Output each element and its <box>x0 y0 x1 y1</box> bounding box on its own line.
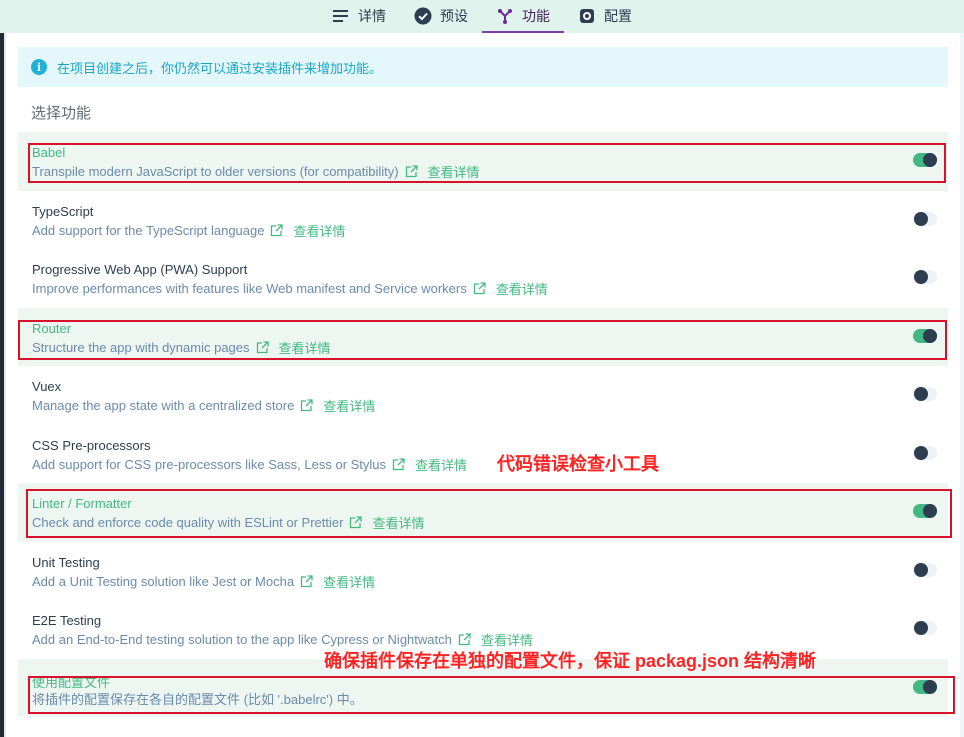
external-link-icon[interactable] <box>300 399 313 412</box>
gear-icon <box>578 7 596 25</box>
check-circle-icon <box>414 7 432 25</box>
more-info-link[interactable]: 查看详情 <box>428 162 480 181</box>
feature-row[interactable]: Router Structure the app with dynamic pag… <box>18 307 948 366</box>
feature-description-text: Add an End-to-End testing solution to th… <box>32 632 452 647</box>
feature-description-text: Add a Unit Testing solution like Jest or… <box>32 573 295 589</box>
external-link-icon[interactable] <box>473 282 486 295</box>
feature-name: CSS Pre-processors <box>32 437 151 453</box>
feature-toggle[interactable] <box>913 504 937 518</box>
feature-description-text: Check and enforce code quality with ESLi… <box>32 515 344 530</box>
external-link-icon[interactable] <box>300 574 313 588</box>
feature-toggle[interactable] <box>913 211 937 226</box>
features-panel: i 在项目创建之后，你仍然可以通过安装插件来增加功能。 选择功能 Babel Tr… <box>6 33 960 737</box>
feature-description: Manage the app state with a centralized … <box>32 396 375 415</box>
more-info-link[interactable]: 查看详情 <box>415 455 467 474</box>
feature-list: Babel Transpile modern JavaScript to olde… <box>18 132 948 717</box>
more-info-link[interactable]: 查看详情 <box>279 338 331 357</box>
feature-name: Babel <box>32 145 66 160</box>
tab-label: 配置 <box>604 7 632 24</box>
tab-label: 预设 <box>440 7 468 24</box>
feature-description: Add a Unit Testing solution like Jest or… <box>32 572 375 591</box>
more-info-link[interactable]: 查看详情 <box>372 513 424 532</box>
feature-name: Progressive Web App (PWA) Support <box>32 262 248 277</box>
more-info-link[interactable]: 查看详情 <box>496 279 548 298</box>
annotation-config: 确保插件保存在单独的配置文件，保证 packag.json 结构清晰 <box>324 651 817 671</box>
feature-row[interactable]: CSS Pre-processors Add support for CSS pr… <box>18 425 948 484</box>
feature-description-text: Structure the app with dynamic pages <box>32 339 250 355</box>
feature-row[interactable]: Progressive Web App (PWA) Support Improve… <box>18 249 948 308</box>
feature-description: Transpile modern JavaScript to older ver… <box>32 162 480 181</box>
more-info-link[interactable]: 查看详情 <box>293 221 345 240</box>
feature-description: Improve performances with features like … <box>32 279 548 298</box>
toggle-knob <box>914 445 928 460</box>
feature-description-text: 将插件的配置保存在各自的配置文件 (比如 '.babelrc') 中。 <box>32 691 363 707</box>
feature-description-text: Improve performances with features like … <box>32 281 467 296</box>
feature-name: TypeScript <box>32 203 94 219</box>
toggle-knob <box>914 270 928 284</box>
notice-text: 在项目创建之后，你仍然可以通过安装插件来增加功能。 <box>57 60 383 76</box>
feature-description: Check and enforce code quality with ESLi… <box>32 513 424 532</box>
more-info-link[interactable]: 查看详情 <box>323 396 375 415</box>
tab-label: 详情 <box>358 7 386 24</box>
top-tab-bar: 详情 预设 功能 配置 <box>0 0 964 33</box>
feature-row[interactable]: Unit Testing Add a Unit Testing solution … <box>18 542 948 601</box>
external-link-icon[interactable] <box>405 165 418 178</box>
toggle-knob <box>923 328 937 343</box>
toggle-knob <box>914 562 928 577</box>
feature-toggle[interactable] <box>913 621 937 635</box>
more-info-link[interactable]: 查看详情 <box>323 572 375 591</box>
tab-label: 功能 <box>522 7 550 24</box>
feature-description: 将插件的配置保存在各自的配置文件 (比如 '.babelrc') 中。 <box>32 689 363 708</box>
feature-toggle[interactable] <box>913 679 937 694</box>
feature-toggle[interactable] <box>913 270 937 284</box>
feature-row[interactable]: Linter / Formatter Check and enforce code… <box>18 483 948 542</box>
feature-name: Linter / Formatter <box>32 496 132 511</box>
feature-toggle[interactable] <box>913 153 937 167</box>
feature-branch-icon <box>496 7 514 25</box>
annotation-linter: 代码错误检查小工具 <box>497 454 659 474</box>
external-link-icon[interactable] <box>270 223 284 237</box>
toggle-knob <box>914 211 928 226</box>
feature-name: Unit Testing <box>32 554 100 570</box>
toggle-knob <box>923 504 937 518</box>
info-icon: i <box>31 59 47 75</box>
feature-toggle[interactable] <box>913 562 937 577</box>
feature-toggle[interactable] <box>913 328 937 343</box>
feature-name: Vuex <box>32 379 62 394</box>
feature-row[interactable]: TypeScript Add support for the TypeScript… <box>18 191 948 250</box>
tab-config[interactable]: 配置 <box>564 0 646 31</box>
feature-description-text: Transpile modern JavaScript to older ver… <box>32 164 399 179</box>
external-link-icon[interactable] <box>256 340 269 354</box>
toggle-knob <box>923 153 937 167</box>
feature-row[interactable]: Vuex Manage the app state with a centrali… <box>18 366 948 425</box>
feature-row[interactable]: Babel Transpile modern JavaScript to olde… <box>18 132 948 191</box>
list-icon <box>332 7 350 25</box>
feature-toggle[interactable] <box>913 445 937 460</box>
right-scroll-area[interactable] <box>960 33 964 737</box>
external-link-icon[interactable] <box>349 516 363 529</box>
toggle-knob <box>914 621 928 635</box>
toggle-knob <box>914 387 928 401</box>
feature-name: E2E Testing <box>32 613 102 628</box>
tab-features[interactable]: 功能 <box>482 0 564 33</box>
feature-description-text: Add support for CSS pre-processors like … <box>32 456 387 472</box>
feature-description: Add support for the TypeScript language 查… <box>32 221 346 240</box>
feature-description: Add support for CSS pre-processors like … <box>32 455 467 474</box>
feature-description: Structure the app with dynamic pages 查看详情 <box>32 338 331 357</box>
feature-description-text: Add support for the TypeScript language <box>32 222 265 238</box>
feature-toggle[interactable] <box>913 387 937 401</box>
tab-presets[interactable]: 预设 <box>400 0 482 31</box>
section-title: 选择功能 <box>31 105 92 122</box>
external-link-icon[interactable] <box>392 457 405 471</box>
tab-details[interactable]: 详情 <box>318 0 400 31</box>
external-link-icon[interactable] <box>458 633 471 646</box>
feature-name: Router <box>32 320 72 336</box>
toggle-knob <box>923 679 937 694</box>
info-notice: i 在项目创建之后，你仍然可以通过安装插件来增加功能。 <box>18 47 948 87</box>
feature-description-text: Manage the app state with a centralized … <box>32 398 295 413</box>
